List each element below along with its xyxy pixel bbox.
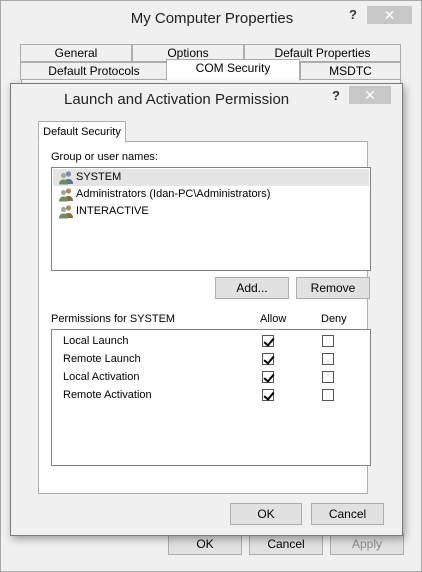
allow-checkbox[interactable]	[262, 335, 274, 347]
users-icon	[59, 188, 73, 202]
permission-row: Local Activation	[52, 368, 370, 386]
tab-msdtc[interactable]: MSDTC	[300, 62, 401, 80]
permission-name: Local Launch	[63, 335, 129, 347]
permission-name: Remote Activation	[63, 389, 152, 401]
user-list[interactable]: SYSTEM Administrators (Idan-PC\Administr…	[51, 167, 371, 271]
deny-checkbox[interactable]	[322, 371, 334, 383]
tab-default-protocols[interactable]: Default Protocols	[20, 62, 168, 80]
permissions-list: Local Launch Remote Launch Local Activat…	[51, 329, 371, 466]
tab-general[interactable]: General	[20, 44, 132, 62]
deny-column-header: Deny	[321, 313, 347, 325]
permission-row: Remote Launch	[52, 350, 370, 368]
dialog-title: Launch and Activation Permission	[64, 91, 290, 108]
users-icon	[59, 205, 73, 219]
outer-close-button[interactable]: ✕	[367, 6, 412, 24]
allow-checkbox[interactable]	[262, 389, 274, 401]
user-name: INTERACTIVE	[76, 205, 149, 217]
allow-checkbox[interactable]	[262, 371, 274, 383]
users-icon	[59, 171, 73, 185]
allow-checkbox[interactable]	[262, 353, 274, 365]
list-item[interactable]: INTERACTIVE	[53, 203, 369, 220]
allow-column-header: Allow	[260, 313, 287, 325]
permission-row: Remote Activation	[52, 386, 370, 404]
list-item[interactable]: Administrators (Idan-PC\Administrators)	[53, 186, 369, 203]
list-item[interactable]: SYSTEM	[53, 169, 369, 186]
user-name: Administrators (Idan-PC\Administrators)	[76, 188, 271, 200]
outer-help-button[interactable]: ?	[343, 7, 363, 22]
permissions-for-label: Permissions for SYSTEM	[51, 313, 176, 325]
remove-button[interactable]: Remove	[296, 277, 370, 299]
dialog-close-button[interactable]: ✕	[349, 86, 391, 104]
outer-title-bar[interactable]: My Computer Properties ? ✕	[1, 1, 421, 37]
add-button[interactable]: Add...	[215, 277, 289, 299]
launch-activation-permission-dialog: Launch and Activation Permission ? ✕ Def…	[10, 83, 403, 536]
user-name: SYSTEM	[76, 171, 122, 183]
deny-checkbox[interactable]	[322, 353, 334, 365]
outer-cancel-button[interactable]: Cancel	[249, 533, 323, 555]
permission-name: Local Activation	[63, 371, 140, 383]
deny-checkbox[interactable]	[322, 389, 334, 401]
dialog-help-button[interactable]: ?	[326, 88, 346, 103]
dialog-cancel-button[interactable]: Cancel	[311, 503, 384, 525]
dialog-ok-button[interactable]: OK	[230, 503, 302, 525]
tab-default-security[interactable]: Default Security	[38, 121, 126, 143]
outer-apply-button[interactable]: Apply	[330, 533, 404, 555]
permission-row: Local Launch	[52, 332, 370, 350]
deny-checkbox[interactable]	[322, 335, 334, 347]
tab-com-security[interactable]: COM Security	[166, 59, 300, 81]
permission-name: Remote Launch	[63, 353, 141, 365]
group-user-names-label: Group or user names:	[51, 151, 158, 163]
outer-ok-button[interactable]: OK	[168, 533, 242, 555]
